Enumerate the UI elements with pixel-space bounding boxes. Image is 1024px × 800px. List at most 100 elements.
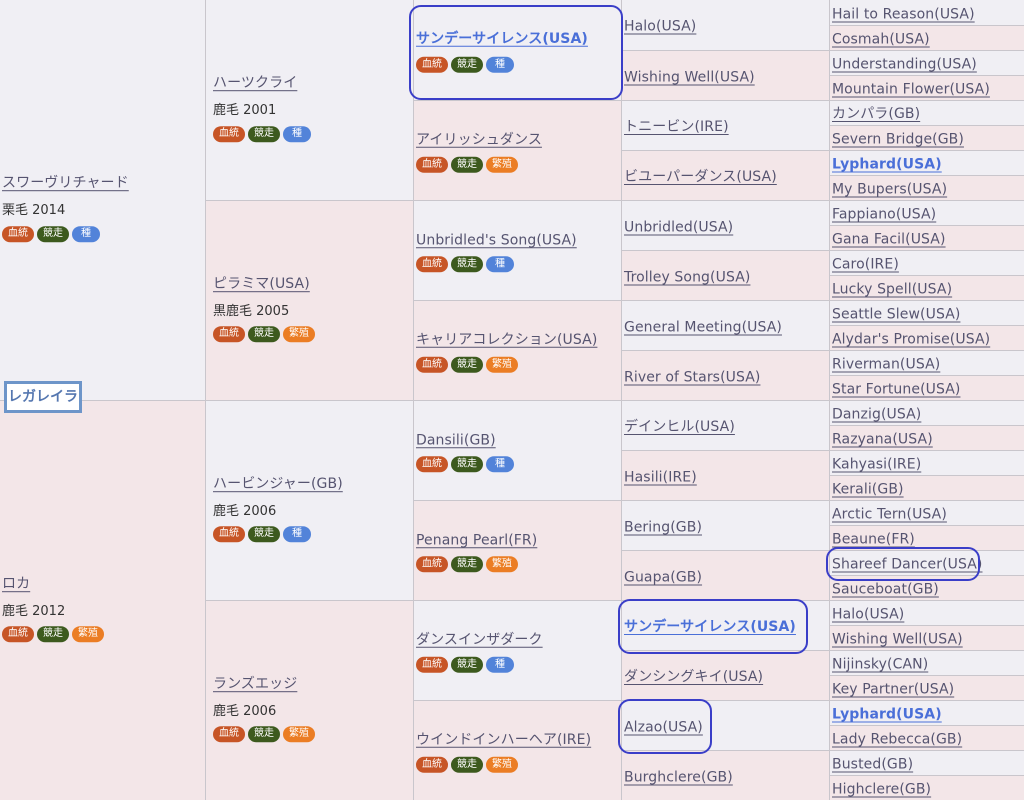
horse-name-link[interactable]: General Meeting(USA) <box>624 319 782 335</box>
horse-name-link[interactable]: Kerali(GB) <box>832 482 904 498</box>
horse-name-link[interactable]: Shareef Dancer(USA) <box>832 557 983 573</box>
stud-badge[interactable]: 種 <box>283 125 311 142</box>
horse-name-link[interactable]: Penang Pearl(FR) <box>416 532 537 548</box>
race-badge[interactable]: 競走 <box>451 256 483 273</box>
horse-name-link[interactable]: Nijinsky(CAN) <box>832 657 928 673</box>
horse-name-link[interactable]: ロカ <box>2 573 30 593</box>
horse-name-link[interactable]: トニービン(IRE) <box>624 116 729 136</box>
horse-name-link[interactable]: Dansili(GB) <box>416 432 496 448</box>
stud-badge[interactable]: 種 <box>486 56 514 73</box>
blood-badge[interactable]: 血統 <box>213 526 245 543</box>
blood-badge[interactable]: 血統 <box>213 125 245 142</box>
horse-name-link[interactable]: Fappiano(USA) <box>832 207 936 223</box>
horse-name-link[interactable]: ビユーパーダンス(USA) <box>624 166 777 186</box>
horse-name-link[interactable]: サンデーサイレンス(USA) <box>416 28 588 48</box>
horse-name-link[interactable]: ハービンジャー(GB) <box>213 473 343 493</box>
stud-badge[interactable]: 種 <box>486 456 514 473</box>
horse-name-link[interactable]: Understanding(USA) <box>832 57 977 73</box>
race-badge[interactable]: 競走 <box>37 626 69 643</box>
stud-badge[interactable]: 種 <box>72 225 100 242</box>
horse-name-link[interactable]: Bering(GB) <box>624 519 702 535</box>
horse-name-link[interactable]: Highclere(GB) <box>832 782 931 798</box>
race-badge[interactable]: 競走 <box>248 526 280 543</box>
blood-badge[interactable]: 血統 <box>213 726 245 743</box>
blood-badge[interactable]: 血統 <box>416 756 448 773</box>
horse-name-link[interactable]: ランズエッジ <box>213 673 297 693</box>
horse-name-link[interactable]: スワーヴリチャード <box>2 172 129 192</box>
horse-name-link[interactable]: Unbridled's Song(USA) <box>416 232 577 248</box>
horse-name-link[interactable]: Unbridled(USA) <box>624 219 733 235</box>
horse-name-link[interactable]: Alzao(USA) <box>624 719 703 735</box>
blood-badge[interactable]: 血統 <box>416 156 448 173</box>
race-badge[interactable]: 競走 <box>248 125 280 142</box>
race-badge[interactable]: 競走 <box>451 656 483 673</box>
mare-badge[interactable]: 繁殖 <box>486 156 518 173</box>
horse-name-link[interactable]: Star Fortune(USA) <box>832 382 960 398</box>
horse-name-link[interactable]: Wishing Well(USA) <box>832 632 963 648</box>
horse-name-link[interactable]: ハーツクライ <box>213 72 297 92</box>
horse-name-link[interactable]: River of Stars(USA) <box>624 369 760 385</box>
blood-badge[interactable]: 血統 <box>213 326 245 343</box>
horse-name-link[interactable]: Alydar's Promise(USA) <box>832 332 990 348</box>
horse-name-link[interactable]: My Bupers(USA) <box>832 182 947 198</box>
stud-badge[interactable]: 種 <box>283 526 311 543</box>
race-badge[interactable]: 競走 <box>248 726 280 743</box>
race-badge[interactable]: 競走 <box>451 456 483 473</box>
mare-badge[interactable]: 繁殖 <box>486 556 518 573</box>
race-badge[interactable]: 競走 <box>451 756 483 773</box>
mare-badge[interactable]: 繁殖 <box>486 356 518 373</box>
horse-name-link[interactable]: Beaune(FR) <box>832 532 915 548</box>
mare-badge[interactable]: 繁殖 <box>283 726 315 743</box>
race-badge[interactable]: 競走 <box>451 56 483 73</box>
horse-name-link[interactable]: ピラミマ(USA) <box>213 273 310 293</box>
mare-badge[interactable]: 繁殖 <box>283 326 315 343</box>
stud-badge[interactable]: 種 <box>486 256 514 273</box>
horse-name-link[interactable]: Wishing Well(USA) <box>624 69 755 85</box>
horse-name-link[interactable]: Seattle Slew(USA) <box>832 307 960 323</box>
horse-name-link[interactable]: Razyana(USA) <box>832 432 933 448</box>
race-badge[interactable]: 競走 <box>248 326 280 343</box>
blood-badge[interactable]: 血統 <box>416 256 448 273</box>
horse-name-link[interactable]: Lyphard(USA) <box>832 157 942 173</box>
horse-name-link[interactable]: サンデーサイレンス(USA) <box>624 616 796 636</box>
mare-badge[interactable]: 繁殖 <box>72 626 104 643</box>
horse-name-link[interactable]: Burghclere(GB) <box>624 769 733 785</box>
horse-name-link[interactable]: Danzig(USA) <box>832 407 921 423</box>
race-badge[interactable]: 競走 <box>37 225 69 242</box>
horse-name-link[interactable]: カンパラ(GB) <box>832 103 920 123</box>
horse-name-link[interactable]: ウインドインハーヘア(IRE) <box>416 728 591 748</box>
horse-name-link[interactable]: キャリアコレクション(USA) <box>416 328 597 348</box>
horse-name-link[interactable]: Arctic Tern(USA) <box>832 507 947 523</box>
mare-badge[interactable]: 繁殖 <box>486 756 518 773</box>
horse-name-link[interactable]: アイリッシュダンス <box>416 128 542 148</box>
horse-name-link[interactable]: Caro(IRE) <box>832 257 899 273</box>
blood-badge[interactable]: 血統 <box>416 556 448 573</box>
horse-name-link[interactable]: Lucky Spell(USA) <box>832 282 952 298</box>
horse-name-link[interactable]: Mountain Flower(USA) <box>832 82 990 98</box>
horse-name-link[interactable]: デインヒル(USA) <box>624 416 735 436</box>
horse-name-link[interactable]: Lyphard(USA) <box>832 707 942 723</box>
blood-badge[interactable]: 血統 <box>2 225 34 242</box>
horse-name-link[interactable]: Halo(USA) <box>624 19 696 35</box>
blood-badge[interactable]: 血統 <box>416 456 448 473</box>
horse-name-link[interactable]: Hasili(IRE) <box>624 469 697 485</box>
blood-badge[interactable]: 血統 <box>2 626 34 643</box>
horse-name-link[interactable]: Guapa(GB) <box>624 569 702 585</box>
horse-name-link[interactable]: Kahyasi(IRE) <box>832 457 921 473</box>
horse-name-link[interactable]: Busted(GB) <box>832 757 913 773</box>
horse-name-link[interactable]: ダンシングキイ(USA) <box>624 666 763 686</box>
horse-name-link[interactable]: Halo(USA) <box>832 607 904 623</box>
horse-name-link[interactable]: Gana Facil(USA) <box>832 232 946 248</box>
blood-badge[interactable]: 血統 <box>416 56 448 73</box>
horse-name-link[interactable]: Severn Bridge(GB) <box>832 132 964 148</box>
horse-name-link[interactable]: Cosmah(USA) <box>832 32 930 48</box>
horse-name-link[interactable]: Riverman(USA) <box>832 357 940 373</box>
race-badge[interactable]: 競走 <box>451 556 483 573</box>
horse-name-link[interactable]: Lady Rebecca(GB) <box>832 732 962 748</box>
race-badge[interactable]: 競走 <box>451 156 483 173</box>
horse-name-link[interactable]: ダンスインザダーク <box>416 628 543 648</box>
horse-name-link[interactable]: Hail to Reason(USA) <box>832 6 975 22</box>
stud-badge[interactable]: 種 <box>486 656 514 673</box>
blood-badge[interactable]: 血統 <box>416 356 448 373</box>
horse-name-link[interactable]: Sauceboat(GB) <box>832 582 939 598</box>
